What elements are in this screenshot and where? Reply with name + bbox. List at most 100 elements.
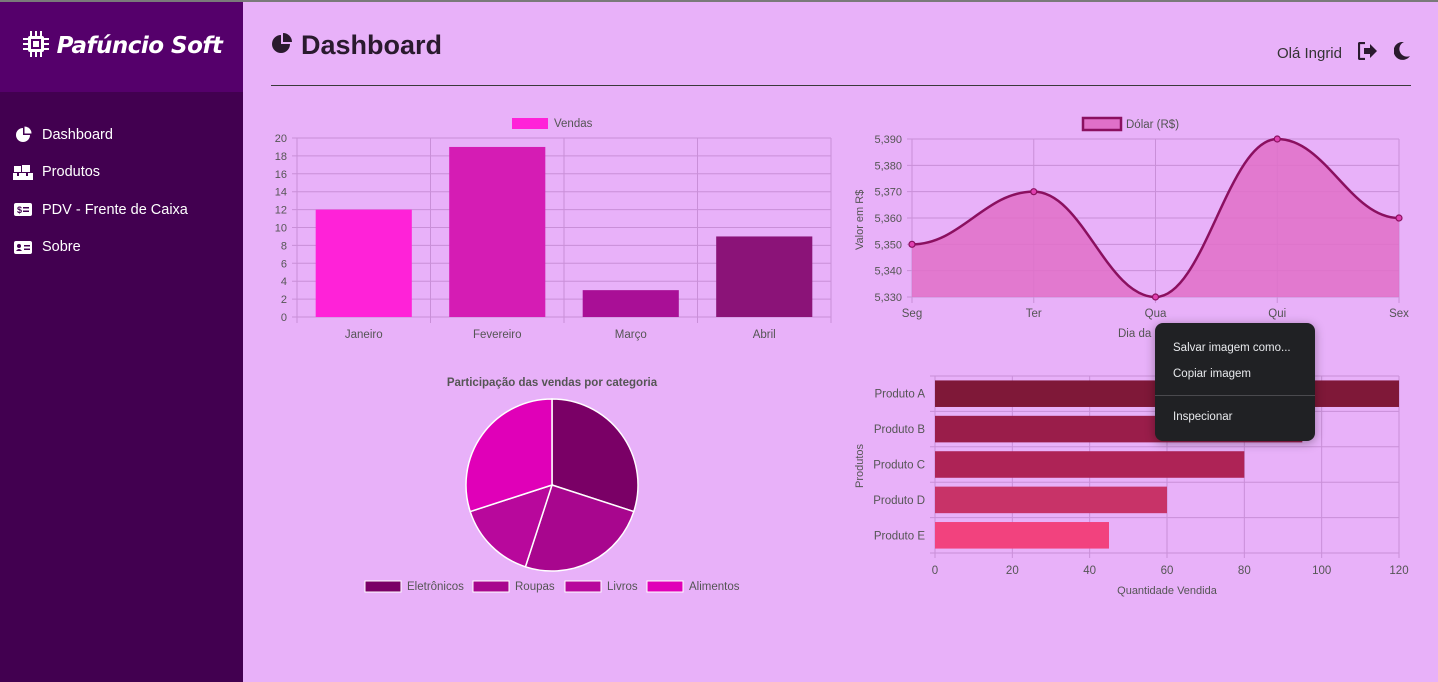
ctx-inspect[interactable]: Inspecionar xyxy=(1155,410,1315,436)
bar xyxy=(935,522,1109,549)
chart-legend: Eletrônicos Roupas Livros Alimentos xyxy=(364,580,740,593)
products-hbar-chart[interactable]: Produto A Produto B Produto C Produto D Prod… xyxy=(848,365,1423,605)
page-title-text: Dashboard xyxy=(301,30,443,60)
data-point xyxy=(1395,214,1403,222)
sidebar-item-label: Sobre xyxy=(42,239,81,256)
y-tick-label: 14 xyxy=(275,187,287,199)
chart-legend: Vendas xyxy=(512,118,593,130)
boxes-icon xyxy=(13,164,33,181)
y-tick-label: Produto D xyxy=(873,495,925,507)
brand[interactable]: Pafúncio Soft xyxy=(0,0,243,92)
chart-legend: Dólar (R$) xyxy=(1081,116,1179,132)
x-tick-label: Janeiro xyxy=(345,329,383,341)
x-tick-label: Fevereiro xyxy=(473,329,522,341)
y-tick-label: 5,380 xyxy=(874,160,902,172)
y-tick-label: 5,370 xyxy=(874,187,902,199)
y-axis-ticks: Produto A Produto B Produto C Produto D Prod… xyxy=(873,389,925,543)
y-tick-label: 20 xyxy=(275,133,287,145)
legend-swatch xyxy=(364,580,402,593)
legend-label: Dólar (R$) xyxy=(1126,119,1179,131)
legend-label: Alimentos xyxy=(689,581,740,593)
x-tick-label: 40 xyxy=(1083,565,1096,577)
x-axis-label: Dia da xyxy=(1118,328,1152,340)
sidebar-item-pdv[interactable]: $ PDV - Frente de Caixa xyxy=(0,191,243,229)
ctx-save-image[interactable]: Salvar imagem como... xyxy=(1155,341,1315,367)
window-top-border xyxy=(0,0,1438,2)
x-tick-label: Ter xyxy=(1026,308,1042,320)
y-tick-label: 5,390 xyxy=(874,134,902,146)
sidebar-item-sobre[interactable]: Sobre xyxy=(0,229,243,267)
page-title: Dashboard xyxy=(271,30,442,61)
legend-label: Roupas xyxy=(515,581,555,593)
sidebar-item-dashboard[interactable]: Dashboard xyxy=(0,116,243,154)
chart-title: Participação das vendas por categoria xyxy=(447,377,658,389)
x-axis-label: Quantidade Vendida xyxy=(1117,585,1218,597)
moon-icon[interactable] xyxy=(1393,41,1410,64)
context-menu: Salvar imagem como... Copiar imagem Insp… xyxy=(1155,323,1315,441)
legend-swatch xyxy=(564,580,602,593)
x-axis-ticks: Janeiro Fevereiro Março Abril xyxy=(345,329,776,341)
sidebar: Pafúncio Soft Dashboard Produtos $ PDV -… xyxy=(0,0,243,682)
legend-swatch xyxy=(472,580,510,593)
x-tick-label: 60 xyxy=(1161,565,1174,577)
x-tick-label: 120 xyxy=(1389,565,1408,577)
y-axis-label: Produtos xyxy=(854,443,866,488)
x-tick-label: 80 xyxy=(1238,565,1251,577)
bar xyxy=(935,486,1167,514)
x-tick-label: Março xyxy=(615,329,647,341)
sidebar-item-label: PDV - Frente de Caixa xyxy=(42,201,188,218)
legend-swatch xyxy=(1081,116,1123,132)
bar xyxy=(315,209,412,317)
x-tick-label: Qui xyxy=(1268,308,1286,320)
legend-swatch xyxy=(646,580,684,593)
y-axis-label: Valor em R$ xyxy=(854,190,866,250)
y-tick-label: 2 xyxy=(281,294,287,306)
data-point xyxy=(1273,135,1281,143)
sales-bar-chart[interactable]: 0 2 4 6 8 10 12 14 16 18 20 Janeiro Fevereiro Março A… xyxy=(266,110,841,350)
svg-text:$: $ xyxy=(17,205,22,215)
dollar-line-chart[interactable]: 5,330 5,340 5,350 5,360 5,370 5,380 5,390 Seg T… xyxy=(848,110,1418,350)
y-axis-ticks: 0 2 4 6 8 10 12 14 16 18 20 xyxy=(275,133,287,324)
x-tick-label: Abril xyxy=(753,329,776,341)
chip-icon xyxy=(21,29,51,64)
y-tick-label: 12 xyxy=(275,205,287,217)
x-tick-label: Sex xyxy=(1389,308,1409,320)
id-card-icon xyxy=(13,239,33,255)
data-point xyxy=(908,240,916,248)
category-pie-chart[interactable]: Participação das vendas por categoria El… xyxy=(330,370,775,605)
y-tick-label: 5,350 xyxy=(874,239,902,251)
ctx-separator xyxy=(1155,395,1315,396)
y-axis-ticks: 5,330 5,340 5,350 5,360 5,370 5,380 5,390 xyxy=(874,134,902,304)
sign-out-icon[interactable] xyxy=(1357,41,1378,64)
sidebar-nav: Dashboard Produtos $ PDV - Frente de Cai… xyxy=(0,116,243,266)
sidebar-item-label: Dashboard xyxy=(42,126,113,143)
y-tick-label: 5,340 xyxy=(874,266,902,278)
x-axis-ticks: Seg Ter Qua Qui Sex xyxy=(902,308,1409,320)
data-point xyxy=(1151,293,1160,301)
sidebar-item-label: Produtos xyxy=(42,164,101,181)
data-point xyxy=(1030,188,1038,196)
y-tick-label: Produto A xyxy=(874,389,925,401)
x-tick-label: Seg xyxy=(902,308,922,320)
y-tick-label: 10 xyxy=(275,223,287,235)
x-tick-label: 0 xyxy=(932,565,938,577)
user-area: Olá Ingrid xyxy=(1276,41,1410,64)
y-tick-label: 5,360 xyxy=(874,213,902,225)
ctx-copy-image[interactable]: Copiar imagem xyxy=(1155,367,1315,393)
y-tick-label: 16 xyxy=(275,169,287,181)
legend-label: Livros xyxy=(607,581,638,593)
greeting: Olá Ingrid xyxy=(1276,44,1342,62)
brand-name: Pafúncio Soft xyxy=(56,33,223,59)
chart-pie-icon xyxy=(271,32,293,59)
legend-label: Eletrônicos xyxy=(407,581,464,593)
bar xyxy=(449,146,546,317)
y-tick-label: Produto E xyxy=(874,530,925,542)
sidebar-item-produtos[interactable]: Produtos xyxy=(0,154,243,192)
bar xyxy=(935,451,1245,478)
y-tick-label: Produto B xyxy=(874,424,925,436)
y-tick-label: 8 xyxy=(281,240,287,252)
x-axis-ticks: 0 20 40 60 80 100 120 xyxy=(932,565,1409,577)
x-tick-label: Qua xyxy=(1145,308,1167,320)
y-tick-label: 0 xyxy=(281,312,287,324)
bar xyxy=(716,236,813,317)
